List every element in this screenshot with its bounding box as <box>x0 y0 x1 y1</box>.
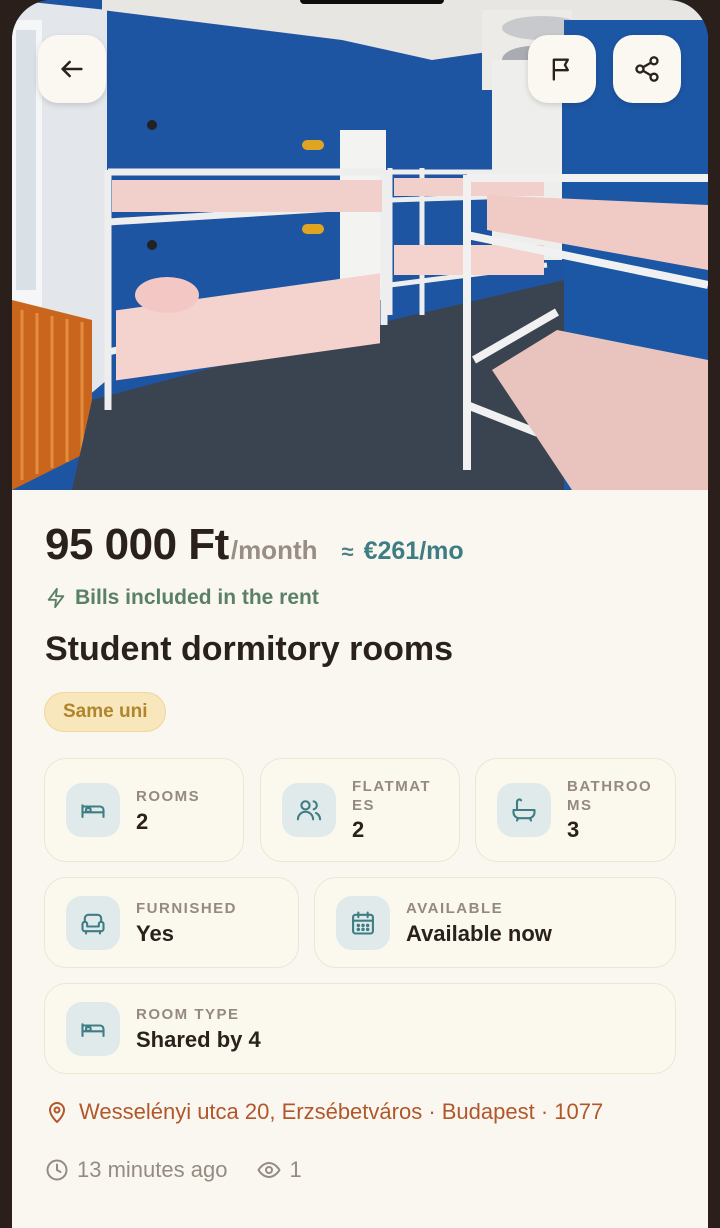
posted-time: 13 minutes ago <box>45 1157 227 1183</box>
address-text: Wesselényi utca 20, Erzsébetváros · Buda… <box>79 1099 604 1124</box>
share-button[interactable] <box>613 35 681 103</box>
view-count-text: 1 <box>289 1157 302 1182</box>
feature-label: ROOMS <box>136 788 201 805</box>
listing-details: 95 000 Ft /month ≈ €261/mo Bills include… <box>12 490 708 1228</box>
lightning-icon <box>47 587 65 609</box>
users-icon <box>282 783 336 837</box>
feature-flatmates: FLATMAT ES 2 <box>260 758 460 862</box>
feature-label: FURNISHED <box>136 900 238 917</box>
feature-value: Available now <box>406 921 552 946</box>
eye-icon <box>257 1162 281 1178</box>
feature-value: 3 <box>567 817 580 842</box>
sofa-icon <box>66 895 120 950</box>
arrow-left-icon <box>61 60 83 78</box>
bed-icon <box>66 783 120 837</box>
approx-symbol: ≈ <box>341 539 354 564</box>
view-count: 1 <box>257 1157 302 1183</box>
listing-title: Student dormitory rooms <box>45 630 454 668</box>
bills-note-text: Bills included in the rent <box>75 586 319 609</box>
flag-icon <box>552 58 569 81</box>
map-pin-icon <box>49 1102 65 1123</box>
same-uni-badge: Same uni <box>44 692 167 732</box>
bills-note: Bills included in the rent <box>45 586 319 610</box>
posted-time-text: 13 minutes ago <box>77 1157 228 1182</box>
eur-price: €261/mo <box>363 537 464 565</box>
bath-icon <box>497 783 551 837</box>
feature-label: ROOM TYPE <box>136 1006 240 1023</box>
feature-value: 2 <box>352 817 365 842</box>
listing-photo[interactable] <box>12 0 708 490</box>
calendar-icon <box>336 895 390 950</box>
listing-meta: 13 minutes ago 1 <box>45 1157 302 1183</box>
address[interactable]: Wesselényi utca 20, Erzsébetváros · Buda… <box>45 1099 603 1125</box>
feature-available: AVAILABLE Available now <box>314 877 676 968</box>
feature-value: Yes <box>136 921 174 946</box>
clock-icon <box>46 1159 68 1181</box>
bed-icon <box>66 1001 120 1056</box>
feature-room-type: ROOM TYPE Shared by 4 <box>44 983 676 1074</box>
price-row: 95 000 Ft /month ≈ €261/mo <box>45 520 464 570</box>
feature-label: AVAILABLE <box>406 900 504 917</box>
feature-value: Shared by 4 <box>136 1027 261 1052</box>
feature-furnished: FURNISHED Yes <box>44 877 299 968</box>
price-period: /month <box>230 535 318 565</box>
feature-bathrooms: BATHROO MS 3 <box>475 758 676 862</box>
feature-label: BATHROO MS <box>567 778 653 814</box>
back-button[interactable] <box>38 35 106 103</box>
feature-rooms: ROOMS 2 <box>44 758 244 862</box>
feature-value: 2 <box>136 809 149 834</box>
price: 95 000 Ft <box>45 520 229 569</box>
feature-label: FLATMAT ES <box>352 778 432 814</box>
camera-notch <box>300 0 444 4</box>
share-icon <box>635 56 659 82</box>
phone-screen: 95 000 Ft /month ≈ €261/mo Bills include… <box>12 0 708 1228</box>
report-button[interactable] <box>528 35 596 103</box>
